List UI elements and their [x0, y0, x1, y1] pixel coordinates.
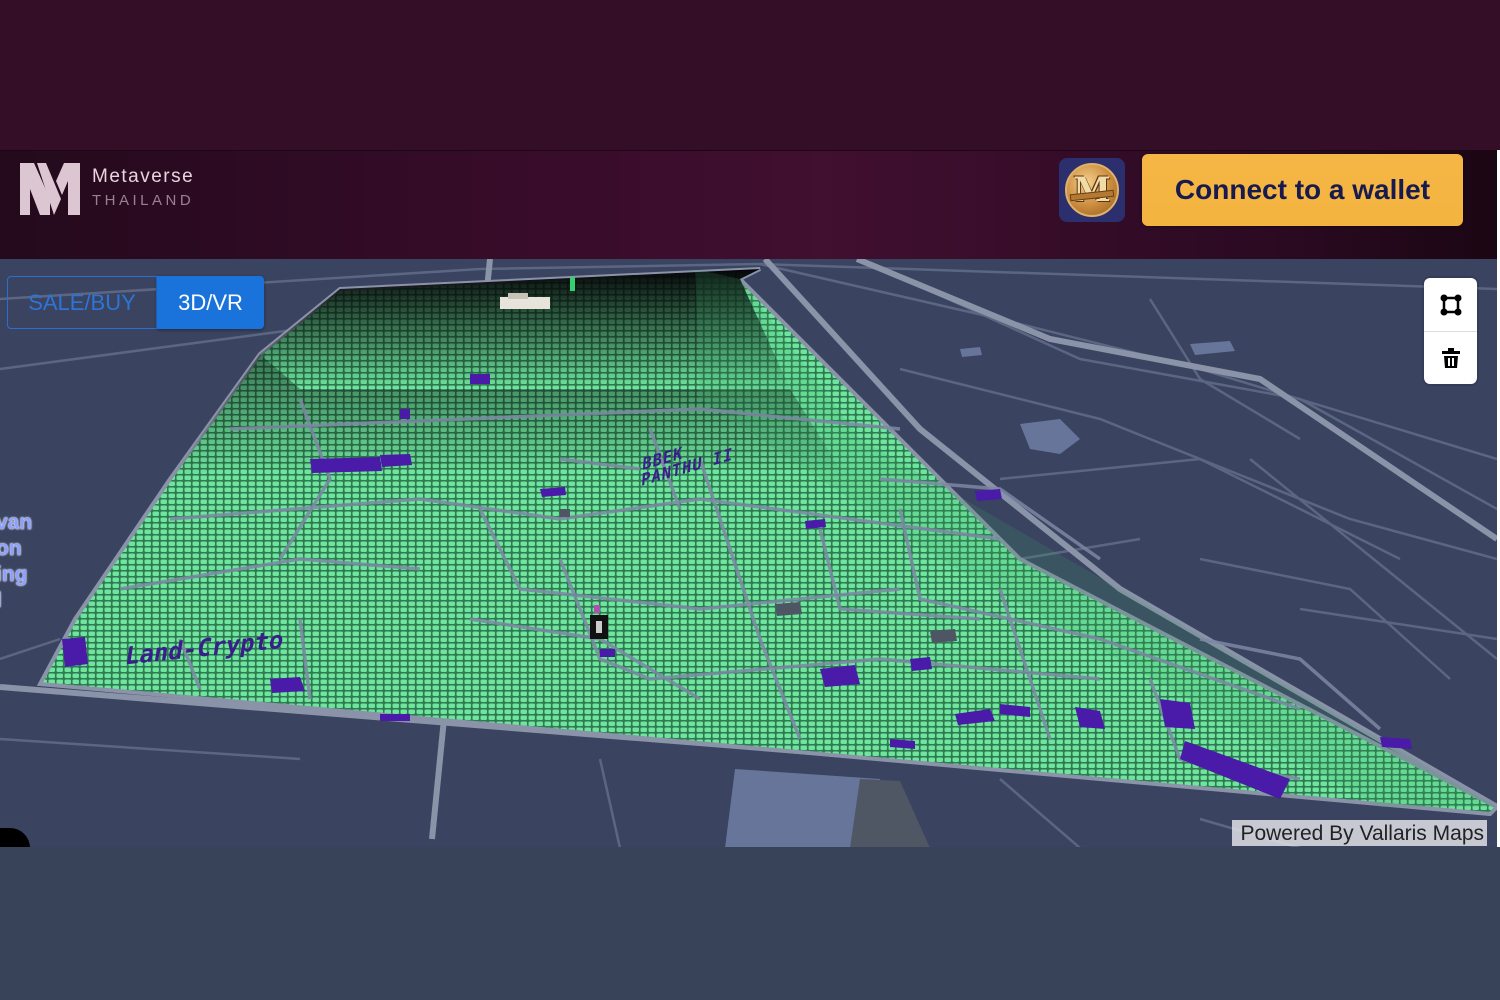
metaverse-thailand-coin-icon: M: [1065, 163, 1119, 217]
draw-polygon-button[interactable]: [1424, 278, 1477, 331]
page-bottom-background: [0, 847, 1500, 1000]
map-attribution[interactable]: Powered By Vallaris Maps: [1232, 820, 1487, 846]
page-top-background: [0, 0, 1500, 150]
view-mode-toggle: SALE/BUY 3D/VR: [7, 276, 264, 329]
3d-avatar: [570, 277, 575, 291]
app-window: Metaverse THAILAND M Connect to a wallet: [0, 150, 1497, 847]
map-view[interactable]: BBEK PANTHU II Land-Crypto van on ing l …: [0, 259, 1497, 847]
3d-vr-mode-button[interactable]: 3D/VR: [157, 276, 264, 329]
map-block-dark: [850, 779, 930, 847]
brand-logo[interactable]: Metaverse THAILAND: [20, 163, 194, 215]
draw-controls: [1424, 278, 1477, 384]
app-header: Metaverse THAILAND M Connect to a wallet: [0, 151, 1497, 259]
map-canvas[interactable]: [0, 259, 1497, 847]
metaverse-m-logo-icon: [20, 163, 80, 215]
sale-buy-mode-button[interactable]: SALE/BUY: [7, 276, 157, 329]
trash-icon: [1441, 348, 1460, 368]
place-label: van on ing l: [0, 511, 33, 612]
token-button[interactable]: M: [1059, 158, 1125, 222]
polygon-draw-icon: [1440, 294, 1461, 315]
brand-title: Metaverse: [92, 166, 195, 187]
delete-button[interactable]: [1424, 331, 1477, 384]
connect-wallet-button[interactable]: Connect to a wallet: [1142, 154, 1463, 226]
brand-subtitle: THAILAND: [92, 192, 195, 209]
